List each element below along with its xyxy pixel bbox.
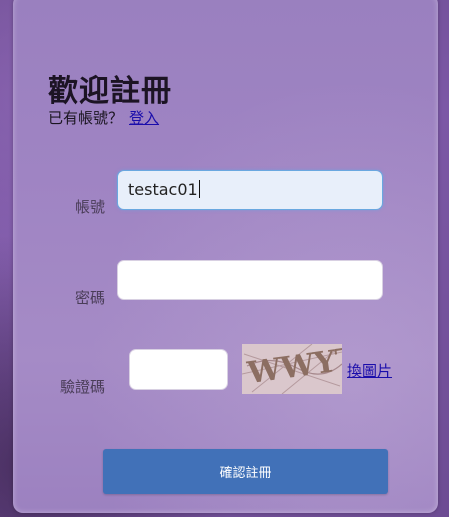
captcha-image-graphic: WWYT: [242, 344, 342, 394]
password-input[interactable]: [117, 260, 383, 300]
submit-button[interactable]: 確認註冊: [103, 449, 388, 494]
account-input-value: testac01: [128, 180, 198, 199]
text-caret: [198, 180, 200, 198]
account-input[interactable]: testac01: [117, 170, 383, 210]
refresh-captcha-link[interactable]: 換圖片: [347, 360, 392, 381]
account-label: 帳號: [75, 198, 106, 216]
captcha-input[interactable]: [129, 349, 228, 390]
login-link[interactable]: 登入: [129, 109, 159, 127]
have-account-text: 已有帳號？: [48, 109, 124, 127]
captcha-image: WWYT: [242, 344, 342, 394]
page-title: 歡迎註冊: [48, 74, 172, 109]
password-label: 密碼: [75, 289, 106, 307]
captcha-label: 驗證碼: [60, 378, 106, 396]
login-prompt: 已有帳號？ 登入: [48, 107, 159, 128]
